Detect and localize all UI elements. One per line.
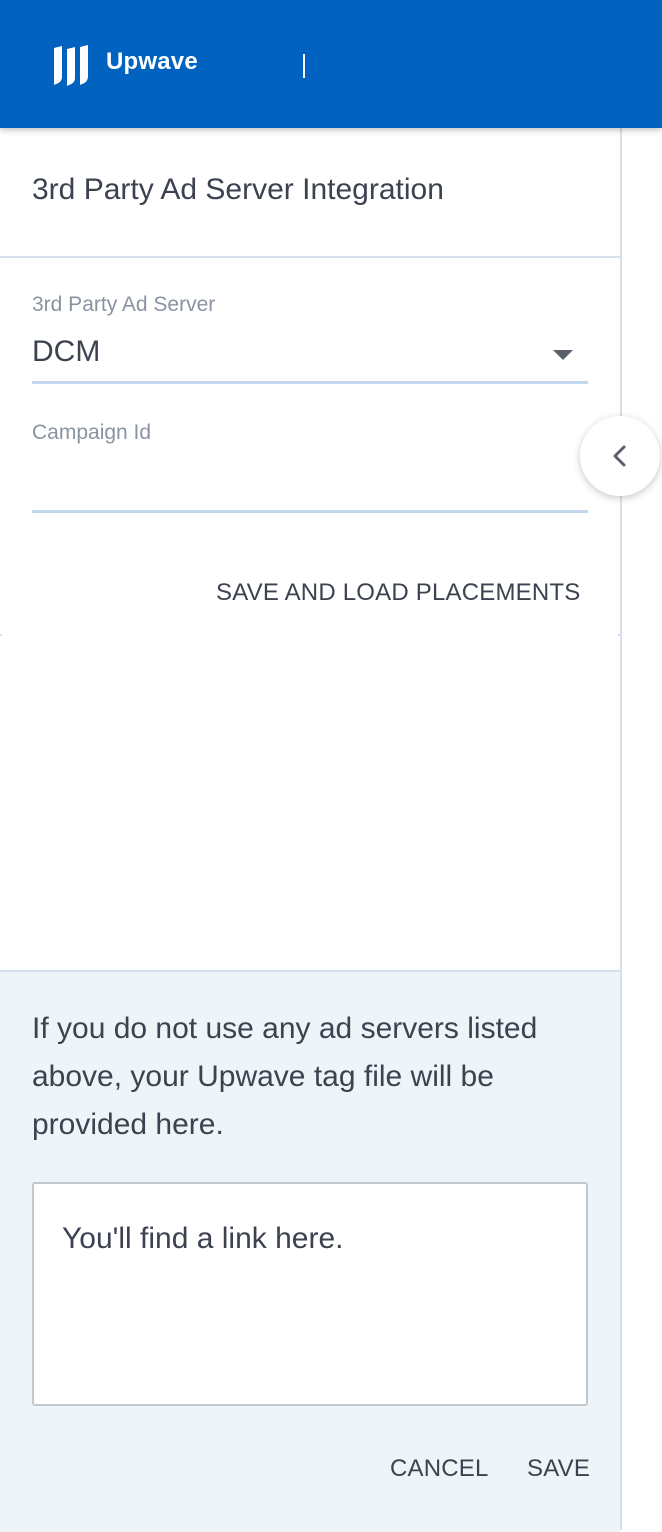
campaign-id-underline [32,510,588,513]
upwave-logo-icon[interactable] [52,45,94,87]
title-divider [0,256,620,258]
panel-title: 3rd Party Ad Server Integration [32,173,444,206]
chevron-left-icon [613,445,626,467]
edge-mark-left [0,634,2,636]
campaign-id-input[interactable] [32,455,588,505]
app-header: Upwave [0,0,662,128]
save-button[interactable]: SAVE [527,1455,590,1483]
right-rail [620,128,662,1530]
ad-server-underline [32,381,588,384]
cancel-button[interactable]: CANCEL [390,1455,489,1483]
save-and-load-placements-button[interactable]: SAVE AND LOAD PLACEMENTS [216,579,580,607]
collapse-panel-button[interactable] [580,416,660,496]
caret-down-icon[interactable] [553,350,573,360]
campaign-id-label: Campaign Id [32,421,152,444]
edge-mark-right [618,634,620,636]
tag-link-placeholder: You'll find a link here. [62,1222,344,1255]
ad-server-selected-value[interactable]: DCM [32,335,100,369]
tag-file-note: If you do not use any ad servers listed … [32,1012,538,1141]
header-divider [303,54,305,78]
tag-link-box[interactable]: You'll find a link here. [32,1182,588,1406]
ad-server-label: 3rd Party Ad Server [32,293,216,316]
brand-name[interactable]: Upwave [106,48,198,76]
